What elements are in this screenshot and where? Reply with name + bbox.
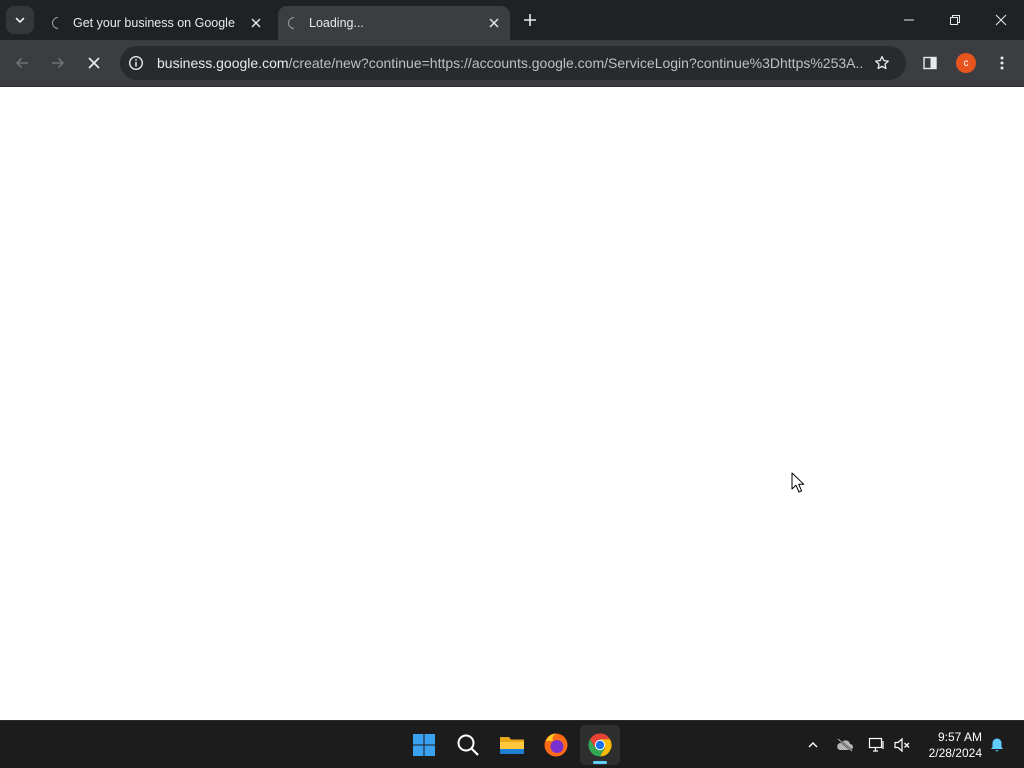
arrow-right-icon	[52, 57, 65, 69]
clock-time: 9:57 AM	[937, 730, 982, 744]
file-explorer-button[interactable]	[492, 725, 532, 765]
back-button[interactable]	[6, 47, 38, 79]
tab-loading[interactable]: Loading...	[278, 6, 510, 40]
avatar: c	[956, 53, 976, 73]
minimize-icon	[904, 19, 914, 21]
arrow-left-icon	[15, 57, 28, 69]
close-icon	[995, 14, 1007, 26]
firefox-button[interactable]	[536, 725, 576, 765]
restore-icon	[950, 15, 960, 25]
stop-loading-button[interactable]	[78, 47, 110, 79]
file-explorer-icon	[500, 737, 524, 754]
loading-spinner-icon	[285, 14, 303, 32]
close-icon	[88, 57, 100, 69]
side-panel-icon	[923, 56, 937, 70]
close-icon	[489, 18, 499, 28]
menu-button[interactable]	[986, 47, 1018, 79]
cloud-offline-icon	[837, 738, 853, 752]
tab-search-button[interactable]	[6, 6, 34, 34]
profile-button[interactable]: c	[950, 47, 982, 79]
show-hidden-icons-button[interactable]	[799, 731, 827, 759]
close-window-button[interactable]	[978, 0, 1024, 40]
onedrive-status[interactable]	[831, 731, 859, 759]
restore-button[interactable]	[932, 0, 978, 40]
firefox-icon	[544, 733, 568, 757]
more-vertical-icon	[1000, 56, 1004, 70]
system-clock[interactable]: 9:57 AM 2/28/2024	[916, 729, 982, 761]
volume-status[interactable]	[888, 731, 916, 759]
info-icon	[128, 55, 144, 71]
bookmark-button[interactable]	[870, 51, 894, 75]
forward-button[interactable]	[42, 47, 74, 79]
tab-close-button[interactable]	[246, 13, 266, 33]
chrome-icon	[588, 733, 612, 757]
tab-close-button[interactable]	[484, 13, 504, 33]
notifications-button[interactable]	[983, 731, 1011, 759]
loading-spinner-icon	[49, 14, 67, 32]
start-button[interactable]	[404, 725, 444, 765]
search-icon	[457, 734, 479, 756]
chrome-button[interactable]	[580, 725, 620, 765]
windows-start-icon	[413, 734, 435, 756]
taskbar-search-button[interactable]	[448, 725, 488, 765]
close-icon	[251, 18, 261, 28]
address-bar[interactable]: business.google.com/create/new?continue=…	[120, 46, 906, 80]
minimize-button[interactable]	[886, 0, 932, 40]
star-icon	[875, 55, 889, 70]
url-text[interactable]: business.google.com/create/new?continue=…	[157, 55, 863, 71]
browser-toolbar: business.google.com/create/new?continue=…	[0, 40, 1024, 86]
network-status[interactable]	[863, 731, 891, 759]
tab-title: Loading...	[309, 16, 364, 30]
tab-title: Get your business on Google	[73, 16, 235, 30]
clock-date: 2/28/2024	[928, 746, 982, 760]
url-host: business.google.com	[157, 55, 289, 71]
plus-icon	[524, 14, 536, 26]
mouse-cursor-icon	[791, 472, 805, 493]
page-content	[0, 87, 1024, 720]
active-app-indicator	[593, 761, 607, 764]
tab-strip: Get your business on Google Loading...	[0, 0, 1024, 40]
speaker-muted-icon	[894, 737, 910, 753]
windows-taskbar: 9:57 AM 2/28/2024	[0, 720, 1024, 768]
url-path: /create/new?continue=https://accounts.go…	[288, 55, 863, 71]
site-info-button[interactable]	[124, 51, 148, 75]
side-panel-button[interactable]	[914, 47, 946, 79]
chevron-down-icon	[15, 17, 25, 23]
new-tab-button[interactable]	[518, 8, 542, 32]
chevron-up-icon	[808, 742, 818, 748]
network-icon	[868, 737, 884, 752]
bell-icon	[991, 738, 1003, 752]
tab-get-your-business[interactable]: Get your business on Google	[42, 6, 272, 40]
